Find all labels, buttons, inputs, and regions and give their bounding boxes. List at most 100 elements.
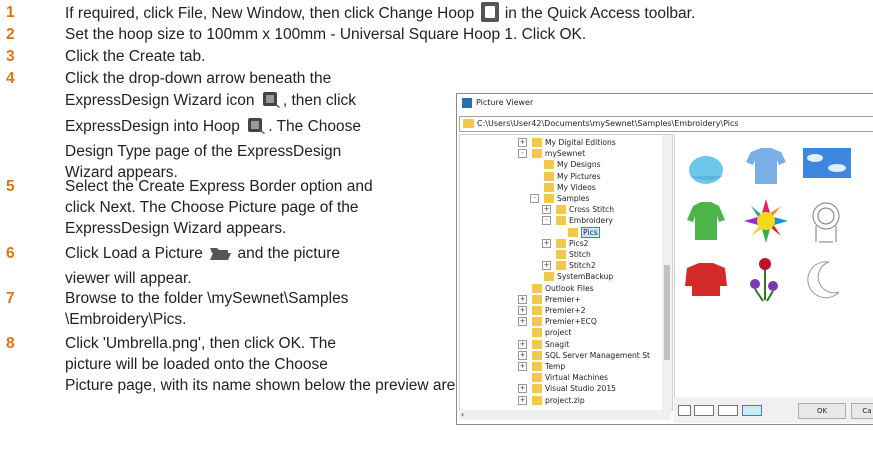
- load-picture-folder-icon: [209, 246, 232, 268]
- tree-item-label: Pics: [581, 226, 600, 238]
- step-text: Click Load a Picture and the picture vie…: [65, 245, 341, 287]
- view-grid-icon[interactable]: [742, 405, 762, 416]
- expand-toggle-icon[interactable]: +: [518, 350, 527, 360]
- tree-item[interactable]: + Pics2: [460, 238, 660, 249]
- folder-icon: [556, 250, 566, 259]
- tree-item-label: My Digital Editions: [545, 138, 616, 147]
- expand-toggle-icon[interactable]: +: [518, 339, 527, 349]
- folder-icon: [556, 261, 566, 271]
- folder-icon: [556, 216, 566, 226]
- tree-item[interactable]: SystemBackup: [460, 271, 660, 282]
- tree-item[interactable]: Pics: [460, 226, 660, 238]
- tree-item[interactable]: My Videos: [460, 182, 660, 193]
- folder-tree[interactable]: + My Digital Editions - mySewnet My Designs M…: [459, 134, 673, 411]
- tree-item[interactable]: + Premier+2: [460, 305, 660, 316]
- expand-toggle-icon[interactable]: +: [518, 306, 527, 315]
- window-title: Picture Viewer: [476, 98, 534, 107]
- tree-item-label: project: [545, 328, 572, 338]
- thumbnail-green-shirt[interactable]: [681, 194, 731, 249]
- step-number: 2: [6, 26, 15, 43]
- ok-button[interactable]: OK: [798, 403, 846, 419]
- folder-icon: [544, 272, 554, 282]
- tree-item-label: SystemBackup: [557, 272, 614, 282]
- tree-item[interactable]: + Cross Stitch: [460, 204, 660, 215]
- tree-item-label: Virtual Machines: [545, 373, 608, 383]
- step-text: Click 'Umbrella.png', then click OK. The…: [65, 335, 336, 373]
- expand-toggle-icon[interactable]: +: [542, 205, 551, 215]
- tree-vertical-scrollbar[interactable]: [662, 135, 672, 410]
- tree-horizontal-scrollbar[interactable]: ‹: [459, 410, 671, 420]
- cancel-button[interactable]: Ca: [851, 403, 873, 419]
- tree-item[interactable]: + Premier+ECQ: [460, 316, 660, 327]
- step-number: 1: [6, 4, 15, 21]
- tree-item[interactable]: - Embroidery: [460, 215, 660, 226]
- thumbnail-lion-outline[interactable]: [801, 194, 851, 249]
- folder-icon: [568, 227, 578, 237]
- expand-toggle-icon[interactable]: -: [530, 194, 539, 203]
- tree-item[interactable]: + Temp: [460, 361, 660, 372]
- step-number: 8: [6, 335, 15, 352]
- scroll-left-arrow-icon[interactable]: ‹: [461, 410, 464, 420]
- tree-item-label: Embroidery: [569, 216, 613, 226]
- thumbnail-flowers[interactable]: [741, 254, 791, 309]
- expand-toggle-icon[interactable]: -: [542, 216, 551, 226]
- tree-item-label: SQL Server Management St: [545, 350, 650, 360]
- expand-toggle-icon[interactable]: +: [518, 395, 527, 405]
- tree-item[interactable]: + project.zip: [460, 395, 660, 406]
- tree-item[interactable]: + Premier+: [460, 294, 660, 305]
- thumbnail-moon-outline[interactable]: [801, 254, 851, 309]
- folder-icon: [544, 182, 554, 192]
- view-small-icon[interactable]: [718, 405, 738, 416]
- tree-item[interactable]: Stitch: [460, 249, 660, 260]
- viewer-footer: OK Ca: [674, 397, 873, 423]
- scrollbar-thumb[interactable]: [664, 265, 670, 360]
- folder-icon: [532, 138, 542, 147]
- tree-item[interactable]: + Snagit: [460, 339, 660, 350]
- step-number: 7: [6, 290, 15, 307]
- step-text: Select the Create Express Border option …: [65, 178, 373, 237]
- tree-item[interactable]: Virtual Machines: [460, 372, 660, 383]
- step-number: 3: [6, 48, 15, 65]
- tree-item[interactable]: My Pictures: [460, 171, 660, 182]
- tree-item[interactable]: project: [460, 327, 660, 338]
- thumbnail-sun[interactable]: [741, 194, 791, 249]
- tree-item-label: My Pictures: [557, 171, 601, 181]
- folder-icon: [532, 149, 542, 159]
- tree-item-label: Premier+ECQ: [545, 317, 597, 327]
- thumbnail-cap[interactable]: [681, 140, 731, 190]
- tree-item-label: project.zip: [545, 395, 585, 405]
- folder-icon: [544, 160, 554, 170]
- view-medium-icon[interactable]: [694, 405, 714, 416]
- expand-toggle-icon[interactable]: -: [518, 149, 527, 159]
- expand-toggle-icon[interactable]: +: [542, 261, 551, 271]
- expand-toggle-icon[interactable]: +: [518, 384, 527, 394]
- folder-icon: [532, 328, 542, 338]
- tree-item[interactable]: My Designs: [460, 159, 660, 170]
- folder-icon: [532, 317, 542, 327]
- expand-toggle-icon[interactable]: +: [518, 362, 527, 371]
- thumbnail-tshirt[interactable]: [741, 140, 791, 190]
- tree-item[interactable]: + SQL Server Management St: [460, 350, 660, 361]
- tree-item[interactable]: + Visual Studio 2015: [460, 383, 660, 394]
- expand-toggle-icon[interactable]: +: [518, 294, 527, 304]
- view-large-icon[interactable]: [678, 405, 691, 416]
- tree-item[interactable]: Outlook Files: [460, 283, 660, 294]
- expand-toggle-icon[interactable]: +: [542, 238, 551, 248]
- tree-item-label: Outlook Files: [545, 283, 594, 293]
- expand-toggle-icon[interactable]: +: [518, 138, 527, 147]
- folder-icon: [532, 350, 542, 360]
- tree-item-label: My Designs: [557, 160, 601, 170]
- tree-item[interactable]: - Samples: [460, 193, 660, 204]
- tree-item-label: Stitch: [569, 250, 591, 259]
- tree-item-label: Premier+2: [545, 306, 586, 315]
- tree-item[interactable]: + My Digital Editions: [460, 137, 660, 148]
- tree-item[interactable]: - mySewnet: [460, 148, 660, 159]
- thumbnail-red-sweater[interactable]: [681, 254, 731, 304]
- thumbnail-sky[interactable]: [801, 140, 853, 190]
- expand-toggle-icon[interactable]: +: [518, 317, 527, 327]
- folder-icon: [532, 339, 542, 349]
- tree-item[interactable]: + Stitch2: [460, 260, 660, 271]
- folder-icon: [532, 294, 542, 304]
- tree-item-label: Samples: [557, 194, 590, 203]
- path-bar[interactable]: C:\Users\User42\Documents\mySewnet\Sampl…: [459, 116, 873, 132]
